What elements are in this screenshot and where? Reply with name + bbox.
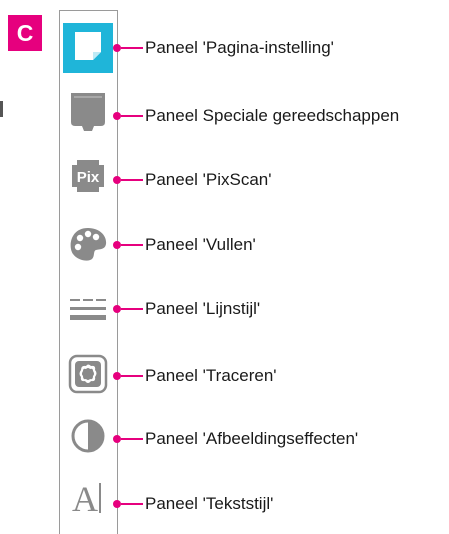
callout-label: Paneel 'Afbeeldingseffecten' xyxy=(145,429,359,448)
callout-line-style: Paneel 'Lijnstijl' xyxy=(113,299,260,319)
text-style-button[interactable]: A xyxy=(64,475,112,523)
trace-icon xyxy=(68,354,108,399)
page-setup-button[interactable] xyxy=(63,23,113,73)
callout-pixscan: Paneel 'PixScan' xyxy=(113,170,272,190)
palette-icon xyxy=(68,226,108,267)
contrast-icon xyxy=(70,418,106,459)
page-setup-icon xyxy=(73,30,103,67)
text-style-icon: A xyxy=(68,477,108,522)
fill-button[interactable] xyxy=(64,222,112,270)
divider xyxy=(0,101,3,117)
special-tools-icon xyxy=(68,90,108,139)
callout-special-tools: Paneel Speciale gereedschappen xyxy=(113,106,399,126)
callout-label: Paneel 'Traceren' xyxy=(145,366,277,385)
pixscan-icon: Pix xyxy=(70,158,106,199)
section-badge: C xyxy=(8,15,42,51)
callout-label: Paneel 'Tekststijl' xyxy=(145,494,274,513)
callout-label: Paneel 'Pagina-instelling' xyxy=(145,38,334,57)
line-style-icon xyxy=(68,296,108,327)
callout-label: Paneel Speciale gereedschappen xyxy=(145,106,400,125)
callout-label: Paneel 'PixScan' xyxy=(145,170,272,189)
callout-trace: Paneel 'Traceren' xyxy=(113,366,277,386)
callout-fill: Paneel 'Vullen' xyxy=(113,235,256,255)
callout-label: Paneel 'Lijnstijl' xyxy=(145,299,261,318)
callout-page-setup: Paneel 'Pagina-instelling' xyxy=(113,38,334,58)
callout-text-style: Paneel 'Tekststijl' xyxy=(113,494,273,514)
svg-text:Pix: Pix xyxy=(77,169,100,186)
trace-button[interactable] xyxy=(64,352,112,400)
callout-image-effects: Paneel 'Afbeeldingseffecten' xyxy=(113,429,358,449)
svg-text:A: A xyxy=(72,479,98,517)
line-style-button[interactable] xyxy=(64,287,112,335)
image-effects-button[interactable] xyxy=(64,414,112,462)
pixscan-button[interactable]: Pix xyxy=(64,154,112,202)
special-tools-button[interactable] xyxy=(64,90,112,138)
callout-label: Paneel 'Vullen' xyxy=(145,235,256,254)
